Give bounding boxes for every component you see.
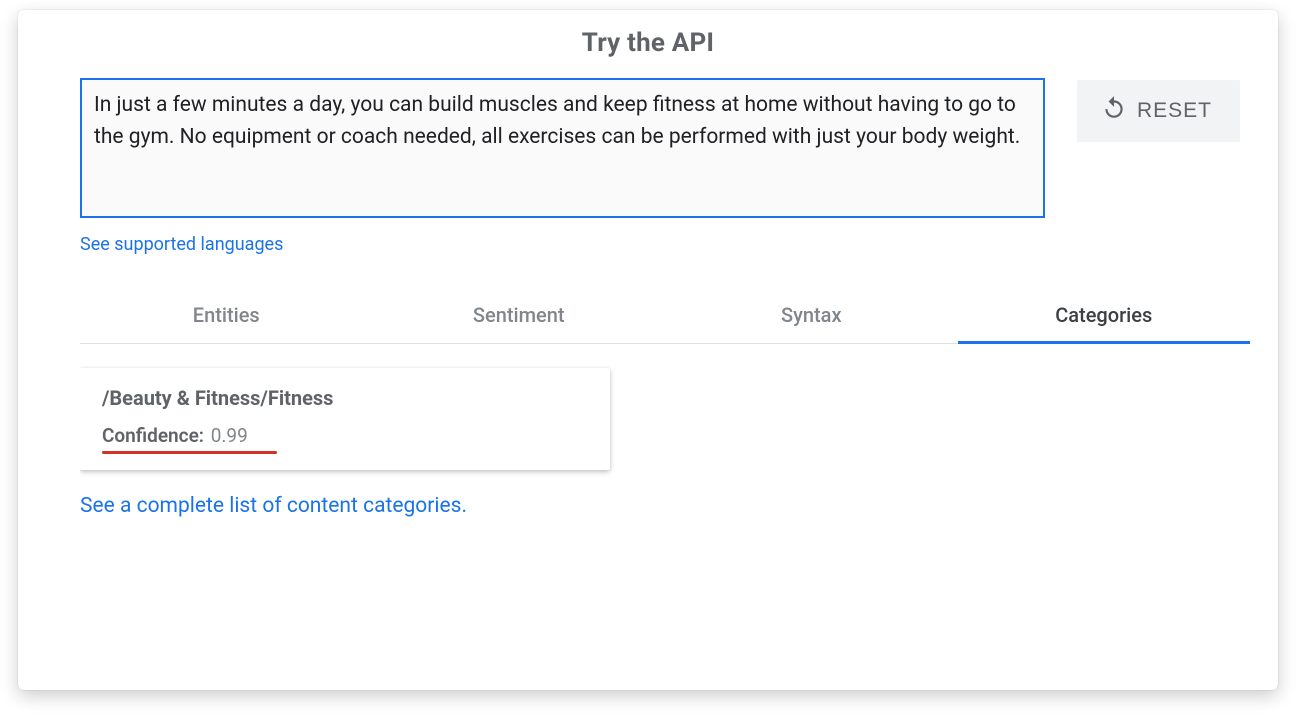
reset-button-label: RESET: [1137, 99, 1212, 123]
confidence-line: Confidence: 0.99: [102, 424, 588, 447]
all-categories-link[interactable]: See a complete list of content categorie…: [80, 494, 467, 518]
input-row: RESET: [46, 78, 1250, 222]
api-demo-panel: Try the API RESET See supported language…: [18, 10, 1278, 690]
tab-categories[interactable]: Categories: [958, 295, 1251, 344]
page-title: Try the API: [46, 28, 1250, 58]
text-input[interactable]: [80, 78, 1045, 218]
annotation-underline: [102, 451, 277, 454]
category-card: /Beauty & Fitness/Fitness Confidence: 0.…: [80, 368, 610, 470]
results-pane[interactable]: /Beauty & Fitness/Fitness Confidence: 0.…: [80, 344, 1250, 634]
reset-icon: [1101, 95, 1127, 127]
tab-sentiment[interactable]: Sentiment: [373, 295, 666, 344]
text-input-wrap: [80, 78, 1045, 222]
tab-syntax[interactable]: Syntax: [665, 295, 958, 344]
confidence-label: Confidence:: [102, 424, 204, 447]
confidence-value: 0.99: [211, 424, 248, 447]
results-tabs: Entities Sentiment Syntax Categories: [80, 295, 1250, 344]
reset-button[interactable]: RESET: [1077, 80, 1240, 142]
category-path: /Beauty & Fitness/Fitness: [102, 386, 588, 410]
tab-entities[interactable]: Entities: [80, 295, 373, 344]
supported-languages-link[interactable]: See supported languages: [80, 234, 283, 255]
